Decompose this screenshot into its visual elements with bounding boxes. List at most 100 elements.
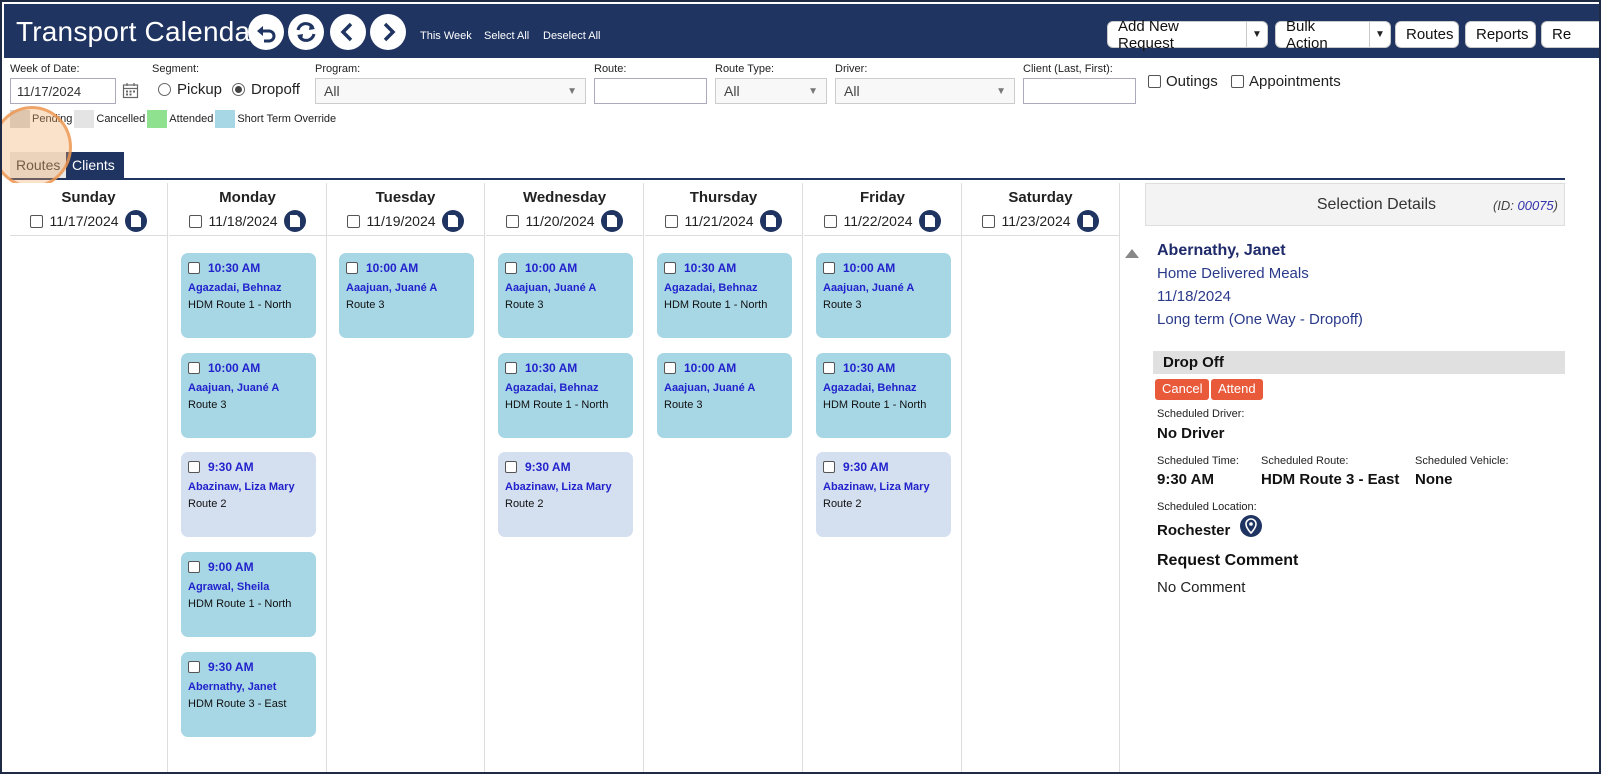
card-select-checkbox[interactable] [188, 461, 200, 473]
week-of-date-input[interactable] [10, 78, 116, 104]
reports-button[interactable]: Reports [1465, 21, 1536, 48]
day-select-checkbox[interactable] [30, 214, 44, 228]
card-select-checkbox[interactable] [188, 561, 200, 573]
route-input[interactable] [594, 78, 707, 104]
segment-pickup-radio[interactable]: Pickup [158, 81, 222, 98]
next-week-button[interactable] [370, 14, 406, 50]
card-client-name: Aaajuan, Juané A [664, 382, 756, 394]
document-icon [130, 215, 141, 227]
legend-label-cancelled: Cancelled [96, 113, 146, 125]
card-select-checkbox[interactable] [188, 362, 200, 374]
card-select-checkbox[interactable] [664, 262, 676, 274]
day-select-checkbox[interactable] [824, 214, 838, 228]
request-card[interactable]: 10:30 AM Agazadai, Behnaz HDM Route 1 - No… [181, 253, 316, 338]
day-select-checkbox[interactable] [189, 214, 203, 228]
checkbox[interactable] [1148, 75, 1161, 88]
card-select-checkbox[interactable] [188, 262, 200, 274]
request-card[interactable]: 10:00 AM Aaajuan, Juané A Route 3 [339, 253, 474, 338]
request-card[interactable]: 9:30 AM Abazinaw, Liza Mary Route 2 [498, 452, 633, 537]
request-card[interactable]: 9:30 AM Abazinaw, Liza Mary Route 2 [816, 452, 951, 537]
driver-select[interactable]: All ▼ [835, 78, 1015, 104]
card-select-checkbox[interactable] [505, 262, 517, 274]
scroll-up-arrow[interactable] [1125, 249, 1139, 258]
card-select-checkbox[interactable] [823, 461, 835, 473]
day-header: Wednesday 11/20/2024 [486, 183, 643, 236]
segment-pickup-label: Pickup [177, 81, 223, 98]
more-button[interactable]: Re [1541, 21, 1599, 48]
appointments-checkbox[interactable]: Appointments [1231, 73, 1341, 90]
chevron-right-icon [383, 22, 396, 42]
bulk-action-button[interactable]: Bulk Action [1275, 18, 1370, 52]
refresh-icon [296, 22, 316, 42]
outings-checkbox[interactable]: Outings [1148, 73, 1218, 90]
day-document-button[interactable] [283, 210, 306, 232]
day-select-checkbox[interactable] [665, 214, 679, 228]
day-document-button[interactable] [918, 210, 941, 232]
bulk-action-dropdown[interactable]: ▼ [1369, 21, 1391, 48]
select-all-link[interactable]: Select All [484, 30, 529, 42]
drop-off-section-header: Drop Off [1153, 351, 1565, 374]
day-date-row: 11/22/2024 [804, 210, 961, 232]
day-column-tuesday: Tuesday 11/19/2024 10:00 AM Aaajuan, Juané … [327, 183, 485, 772]
segment-dropoff-label: Dropoff [251, 81, 300, 98]
request-card[interactable]: 10:30 AM Agazadai, Behnaz HDM Route 1 - No… [498, 353, 633, 438]
request-card[interactable]: 10:00 AM Aaajuan, Juané A Route 3 [657, 353, 792, 438]
route-type-select[interactable]: All ▼ [715, 78, 827, 104]
request-card[interactable]: 9:00 AM Agrawal, Sheila HDM Route 1 - Nort… [181, 552, 316, 637]
card-select-checkbox[interactable] [346, 262, 358, 274]
request-card[interactable]: 10:30 AM Agazadai, Behnaz HDM Route 1 - No… [816, 353, 951, 438]
request-card[interactable]: 10:00 AM Aaajuan, Juané A Route 3 [498, 253, 633, 338]
day-select-checkbox[interactable] [982, 214, 996, 228]
day-select-checkbox[interactable] [506, 214, 520, 228]
request-card[interactable]: 10:30 AM Agazadai, Behnaz HDM Route 1 - No… [657, 253, 792, 338]
day-document-button[interactable] [759, 210, 782, 232]
day-document-button[interactable] [124, 210, 147, 232]
add-new-request-dropdown[interactable]: ▼ [1246, 21, 1268, 48]
tab-clients[interactable]: Clients [66, 152, 124, 178]
details-client-name[interactable]: Abernathy, Janet [1157, 242, 1286, 260]
scheduled-time-label: Scheduled Time: [1157, 455, 1239, 467]
undo-button[interactable] [248, 14, 284, 50]
card-client-name: Abazinaw, Liza Mary [505, 481, 612, 493]
card-client-name: Aaajuan, Juané A [188, 382, 280, 394]
card-select-checkbox[interactable] [664, 362, 676, 374]
day-select-checkbox[interactable] [347, 214, 361, 228]
calendar-icon[interactable] [122, 82, 139, 104]
request-card[interactable]: 9:30 AM Abernathy, Janet HDM Route 3 - Eas… [181, 652, 316, 737]
deselect-all-link[interactable]: Deselect All [543, 30, 600, 42]
day-document-button[interactable] [1076, 210, 1099, 232]
day-document-button[interactable] [600, 210, 623, 232]
request-card[interactable]: 10:00 AM Aaajuan, Juané A Route 3 [181, 353, 316, 438]
legend-swatch-pending [10, 110, 30, 128]
card-select-checkbox[interactable] [823, 262, 835, 274]
card-header: 10:30 AM [505, 361, 626, 375]
card-header: 10:30 AM [664, 261, 785, 275]
refresh-button[interactable] [288, 14, 324, 50]
details-id-value[interactable]: 00075 [1518, 198, 1554, 213]
day-date: 11/22/2024 [843, 213, 913, 229]
tab-routes[interactable]: Routes [10, 152, 66, 178]
request-card[interactable]: 10:00 AM Aaajuan, Juané A Route 3 [816, 253, 951, 338]
checkbox[interactable] [1231, 75, 1244, 88]
this-week-link[interactable]: This Week [420, 30, 472, 42]
client-input[interactable] [1023, 78, 1136, 104]
segment-dropoff-radio[interactable]: Dropoff [232, 81, 300, 98]
day-document-button[interactable] [441, 210, 464, 232]
legend-label-pending: Pending [32, 113, 73, 125]
attend-button[interactable]: Attend [1211, 379, 1263, 400]
add-new-request-button[interactable]: Add New Request [1107, 18, 1247, 52]
radio-dot [158, 83, 171, 96]
routes-button[interactable]: Routes [1395, 21, 1459, 48]
location-pin-button[interactable] [1240, 515, 1262, 537]
card-select-checkbox[interactable] [505, 461, 517, 473]
cancel-button[interactable]: Cancel [1155, 379, 1210, 400]
request-card[interactable]: 9:30 AM Abazinaw, Liza Mary Route 2 [181, 452, 316, 537]
previous-week-button[interactable] [330, 14, 366, 50]
card-client-name: Agazadai, Behnaz [505, 382, 599, 394]
card-select-checkbox[interactable] [505, 362, 517, 374]
card-route: Route 2 [823, 498, 862, 510]
card-select-checkbox[interactable] [188, 661, 200, 673]
program-select[interactable]: All ▼ [315, 78, 586, 104]
card-select-checkbox[interactable] [823, 362, 835, 374]
day-date: 11/21/2024 [684, 213, 754, 229]
